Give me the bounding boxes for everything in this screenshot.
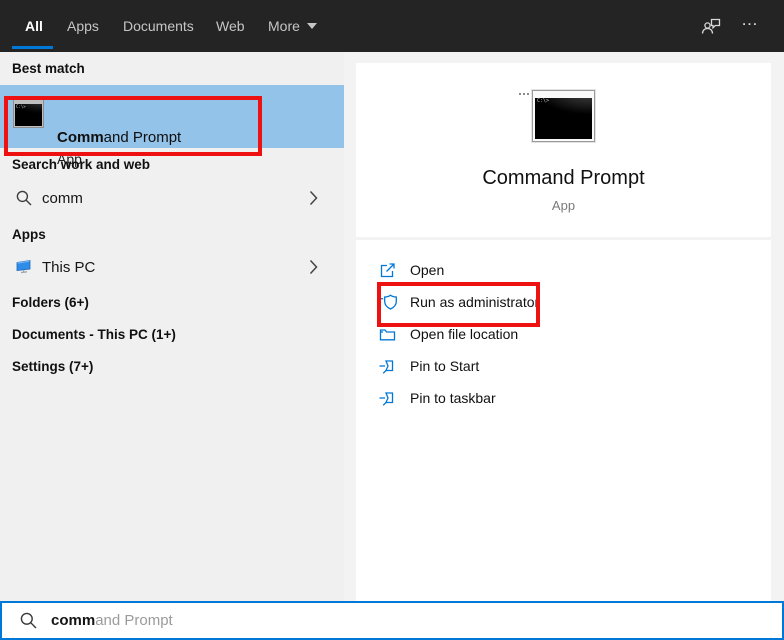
tab-all[interactable]: All xyxy=(25,0,43,52)
this-pc-label: This PC xyxy=(42,258,96,276)
feedback-icon[interactable] xyxy=(699,14,723,38)
tab-web-label: Web xyxy=(216,18,245,34)
active-tab-underline xyxy=(12,46,53,49)
search-icon xyxy=(15,189,33,207)
windows-search-flyout: All Apps Documents Web More … Best match xyxy=(0,0,784,640)
preview-subtitle: App xyxy=(551,198,576,213)
best-match-header: Best match xyxy=(12,61,85,76)
this-pc-icon xyxy=(15,258,33,276)
action-open-label: Open xyxy=(410,262,445,278)
tab-more-label: More xyxy=(268,18,300,34)
search-web-header: Search work and web xyxy=(12,157,151,172)
more-options-icon[interactable]: … xyxy=(741,10,761,30)
open-icon xyxy=(379,262,396,279)
preview-card: C:\> Command Prompt App xyxy=(356,63,771,237)
settings-group-header[interactable]: Settings (7+) xyxy=(12,359,93,374)
tab-apps[interactable]: Apps xyxy=(67,0,99,52)
preview-title: Command Prompt xyxy=(482,167,645,189)
chevron-down-icon xyxy=(306,23,317,29)
search-query-text: command Prompt xyxy=(51,612,173,629)
tab-more[interactable]: More xyxy=(268,0,317,52)
folder-location-icon xyxy=(379,326,396,343)
chevron-right-icon[interactable] xyxy=(309,259,318,275)
search-suggestion-text: and Prompt xyxy=(95,612,173,629)
annotation-box-run-as-admin xyxy=(377,282,540,327)
search-input[interactable]: command Prompt xyxy=(0,601,784,640)
annotation-box-best-match xyxy=(4,96,262,156)
search-filter-bar: All Apps Documents Web More … xyxy=(0,0,784,52)
pin-icon xyxy=(379,358,396,375)
tab-all-label: All xyxy=(25,18,43,34)
search-typed-text: comm xyxy=(51,612,96,629)
action-pin-to-taskbar[interactable]: Pin to taskbar xyxy=(356,382,771,414)
documents-group-header[interactable]: Documents - This PC (1+) xyxy=(12,327,176,342)
folders-group-header[interactable]: Folders (6+) xyxy=(12,295,89,310)
pin-icon xyxy=(379,390,396,407)
app-result-this-pc[interactable]: This PC xyxy=(0,249,344,285)
search-icon xyxy=(19,611,38,630)
tab-apps-label: Apps xyxy=(67,18,99,34)
action-file-location-label: Open file location xyxy=(410,326,519,342)
chevron-right-icon[interactable] xyxy=(309,190,318,206)
command-prompt-icon-large: C:\> xyxy=(519,90,595,142)
tab-documents-label: Documents xyxy=(123,18,194,34)
apps-header: Apps xyxy=(12,227,46,242)
tab-web[interactable]: Web xyxy=(216,0,245,52)
tab-documents[interactable]: Documents xyxy=(123,0,194,52)
action-pin-to-start[interactable]: Pin to Start xyxy=(356,350,771,382)
web-suggestion-label: comm xyxy=(42,189,83,207)
action-pin-taskbar-label: Pin to taskbar xyxy=(410,390,496,406)
action-pin-start-label: Pin to Start xyxy=(410,358,480,374)
web-suggestion-comm[interactable]: comm xyxy=(0,180,344,216)
